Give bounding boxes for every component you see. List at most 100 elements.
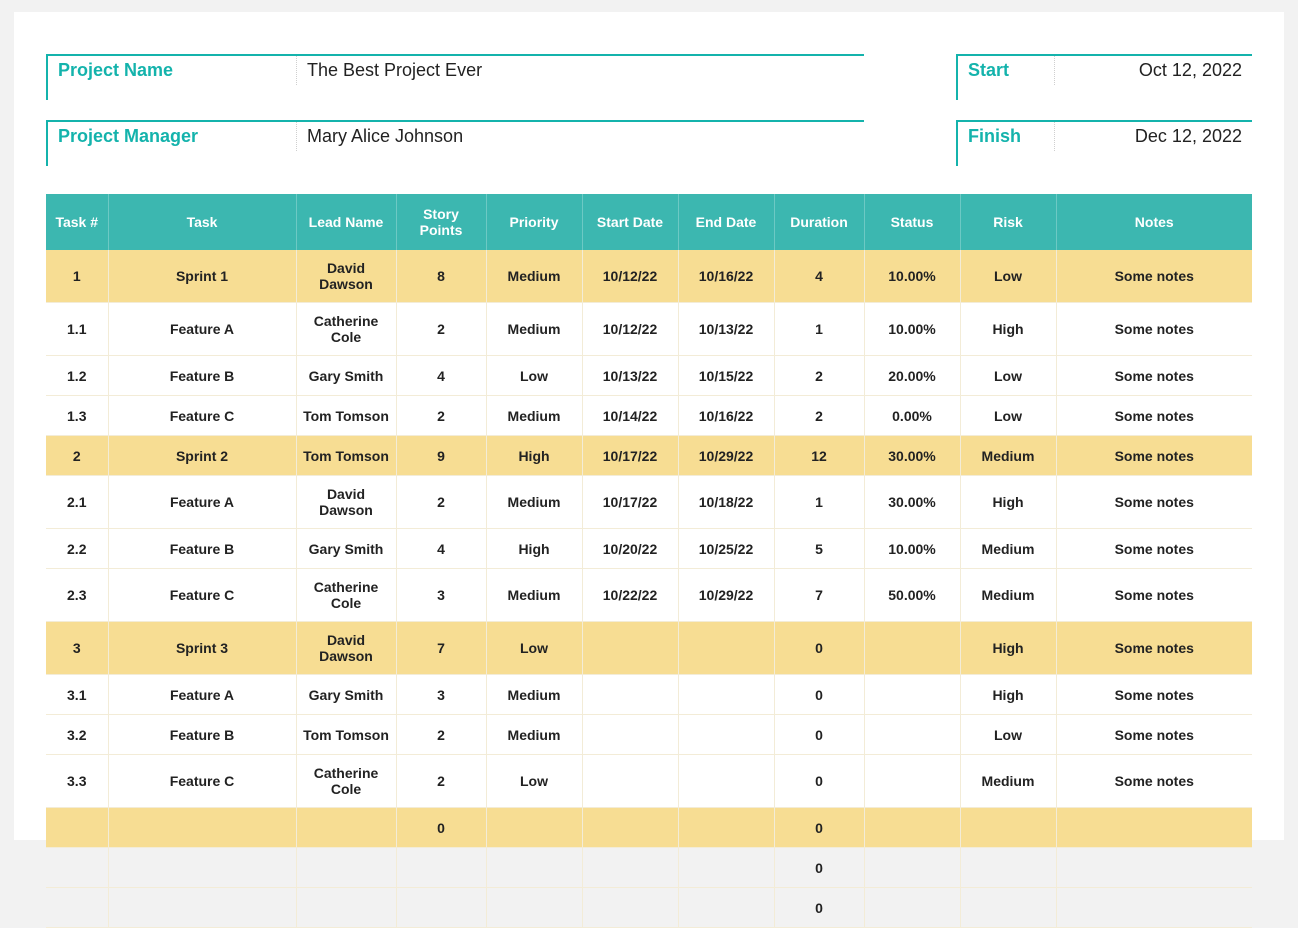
cell-duration[interactable]: 1 bbox=[774, 476, 864, 529]
cell-priority[interactable]: Medium bbox=[486, 715, 582, 755]
cell-end[interactable] bbox=[678, 715, 774, 755]
cell-points[interactable] bbox=[396, 888, 486, 928]
cell-status[interactable] bbox=[864, 848, 960, 888]
project-name-field[interactable]: Project Name The Best Project Ever bbox=[46, 54, 864, 100]
cell-end[interactable]: 10/15/22 bbox=[678, 356, 774, 396]
table-row[interactable]: 3.3Feature CCatherine Cole2Low0MediumSom… bbox=[46, 755, 1252, 808]
cell-points[interactable]: 0 bbox=[396, 808, 486, 848]
cell-status[interactable]: 30.00% bbox=[864, 436, 960, 476]
col-end[interactable]: End Date bbox=[678, 194, 774, 250]
col-notes[interactable]: Notes bbox=[1056, 194, 1252, 250]
cell-points[interactable]: 3 bbox=[396, 675, 486, 715]
cell-notes[interactable]: Some notes bbox=[1056, 569, 1252, 622]
cell-priority[interactable]: Medium bbox=[486, 476, 582, 529]
cell-notes[interactable] bbox=[1056, 888, 1252, 928]
cell-risk[interactable]: High bbox=[960, 303, 1056, 356]
cell-points[interactable]: 2 bbox=[396, 476, 486, 529]
cell-notes[interactable] bbox=[1056, 808, 1252, 848]
cell-points[interactable]: 7 bbox=[396, 622, 486, 675]
cell-start[interactable] bbox=[582, 848, 678, 888]
cell-notes[interactable]: Some notes bbox=[1056, 396, 1252, 436]
cell-points[interactable]: 9 bbox=[396, 436, 486, 476]
cell-start[interactable]: 10/13/22 bbox=[582, 356, 678, 396]
cell-task[interactable]: Feature C bbox=[108, 569, 296, 622]
cell-duration[interactable]: 12 bbox=[774, 436, 864, 476]
cell-duration[interactable]: 0 bbox=[774, 755, 864, 808]
start-date-field[interactable]: Start Oct 12, 2022 bbox=[956, 54, 1252, 100]
cell-risk[interactable]: Medium bbox=[960, 529, 1056, 569]
cell-end[interactable] bbox=[678, 622, 774, 675]
cell-task[interactable]: Feature A bbox=[108, 476, 296, 529]
cell-status[interactable] bbox=[864, 888, 960, 928]
cell-points[interactable]: 2 bbox=[396, 396, 486, 436]
cell-task[interactable] bbox=[108, 808, 296, 848]
cell-risk[interactable]: Low bbox=[960, 396, 1056, 436]
cell-points[interactable]: 4 bbox=[396, 529, 486, 569]
cell-priority[interactable]: High bbox=[486, 436, 582, 476]
cell-start[interactable]: 10/14/22 bbox=[582, 396, 678, 436]
cell-priority[interactable]: Low bbox=[486, 622, 582, 675]
cell-end[interactable]: 10/29/22 bbox=[678, 436, 774, 476]
cell-risk[interactable] bbox=[960, 888, 1056, 928]
cell-risk[interactable]: Medium bbox=[960, 755, 1056, 808]
cell-end[interactable]: 10/13/22 bbox=[678, 303, 774, 356]
cell-risk[interactable]: Low bbox=[960, 250, 1056, 303]
cell-lead[interactable]: David Dawson bbox=[296, 622, 396, 675]
cell-lead[interactable]: Catherine Cole bbox=[296, 569, 396, 622]
cell-notes[interactable]: Some notes bbox=[1056, 303, 1252, 356]
cell-task[interactable]: Feature A bbox=[108, 675, 296, 715]
cell-notes[interactable] bbox=[1056, 848, 1252, 888]
cell-risk[interactable]: Low bbox=[960, 356, 1056, 396]
cell-status[interactable]: 10.00% bbox=[864, 250, 960, 303]
cell-priority[interactable]: Medium bbox=[486, 396, 582, 436]
col-priority[interactable]: Priority bbox=[486, 194, 582, 250]
cell-lead[interactable]: David Dawson bbox=[296, 476, 396, 529]
cell-priority[interactable] bbox=[486, 808, 582, 848]
cell-tasknum[interactable]: 3.2 bbox=[46, 715, 108, 755]
cell-task[interactable]: Feature B bbox=[108, 529, 296, 569]
cell-task[interactable]: Sprint 2 bbox=[108, 436, 296, 476]
cell-end[interactable] bbox=[678, 888, 774, 928]
cell-risk[interactable]: High bbox=[960, 675, 1056, 715]
start-date-value[interactable]: Oct 12, 2022 bbox=[1054, 56, 1252, 85]
cell-duration[interactable]: 0 bbox=[774, 675, 864, 715]
cell-points[interactable]: 4 bbox=[396, 356, 486, 396]
cell-risk[interactable]: High bbox=[960, 476, 1056, 529]
cell-start[interactable] bbox=[582, 622, 678, 675]
table-row[interactable]: 0 bbox=[46, 848, 1252, 888]
cell-lead[interactable]: Catherine Cole bbox=[296, 303, 396, 356]
cell-task[interactable]: Feature C bbox=[108, 396, 296, 436]
cell-end[interactable] bbox=[678, 675, 774, 715]
cell-lead[interactable]: Gary Smith bbox=[296, 356, 396, 396]
cell-points[interactable]: 2 bbox=[396, 715, 486, 755]
cell-notes[interactable]: Some notes bbox=[1056, 476, 1252, 529]
cell-priority[interactable]: Medium bbox=[486, 303, 582, 356]
cell-task[interactable] bbox=[108, 888, 296, 928]
cell-end[interactable]: 10/29/22 bbox=[678, 569, 774, 622]
cell-points[interactable]: 2 bbox=[396, 755, 486, 808]
cell-status[interactable]: 50.00% bbox=[864, 569, 960, 622]
cell-risk[interactable]: Medium bbox=[960, 569, 1056, 622]
cell-task[interactable]: Sprint 1 bbox=[108, 250, 296, 303]
col-status[interactable]: Status bbox=[864, 194, 960, 250]
cell-task[interactable]: Feature C bbox=[108, 755, 296, 808]
cell-tasknum[interactable]: 2 bbox=[46, 436, 108, 476]
cell-end[interactable] bbox=[678, 848, 774, 888]
cell-tasknum[interactable]: 2.1 bbox=[46, 476, 108, 529]
cell-start[interactable] bbox=[582, 888, 678, 928]
cell-notes[interactable]: Some notes bbox=[1056, 715, 1252, 755]
cell-end[interactable]: 10/16/22 bbox=[678, 396, 774, 436]
cell-duration[interactable]: 1 bbox=[774, 303, 864, 356]
cell-start[interactable]: 10/12/22 bbox=[582, 250, 678, 303]
cell-notes[interactable]: Some notes bbox=[1056, 675, 1252, 715]
cell-points[interactable]: 3 bbox=[396, 569, 486, 622]
cell-priority[interactable]: Medium bbox=[486, 569, 582, 622]
cell-end[interactable] bbox=[678, 808, 774, 848]
table-row[interactable]: 3.1Feature AGary Smith3Medium0HighSome n… bbox=[46, 675, 1252, 715]
cell-tasknum[interactable] bbox=[46, 888, 108, 928]
cell-lead[interactable] bbox=[296, 808, 396, 848]
cell-tasknum[interactable]: 3.1 bbox=[46, 675, 108, 715]
cell-duration[interactable]: 0 bbox=[774, 888, 864, 928]
cell-lead[interactable]: Tom Tomson bbox=[296, 436, 396, 476]
cell-duration[interactable]: 0 bbox=[774, 715, 864, 755]
